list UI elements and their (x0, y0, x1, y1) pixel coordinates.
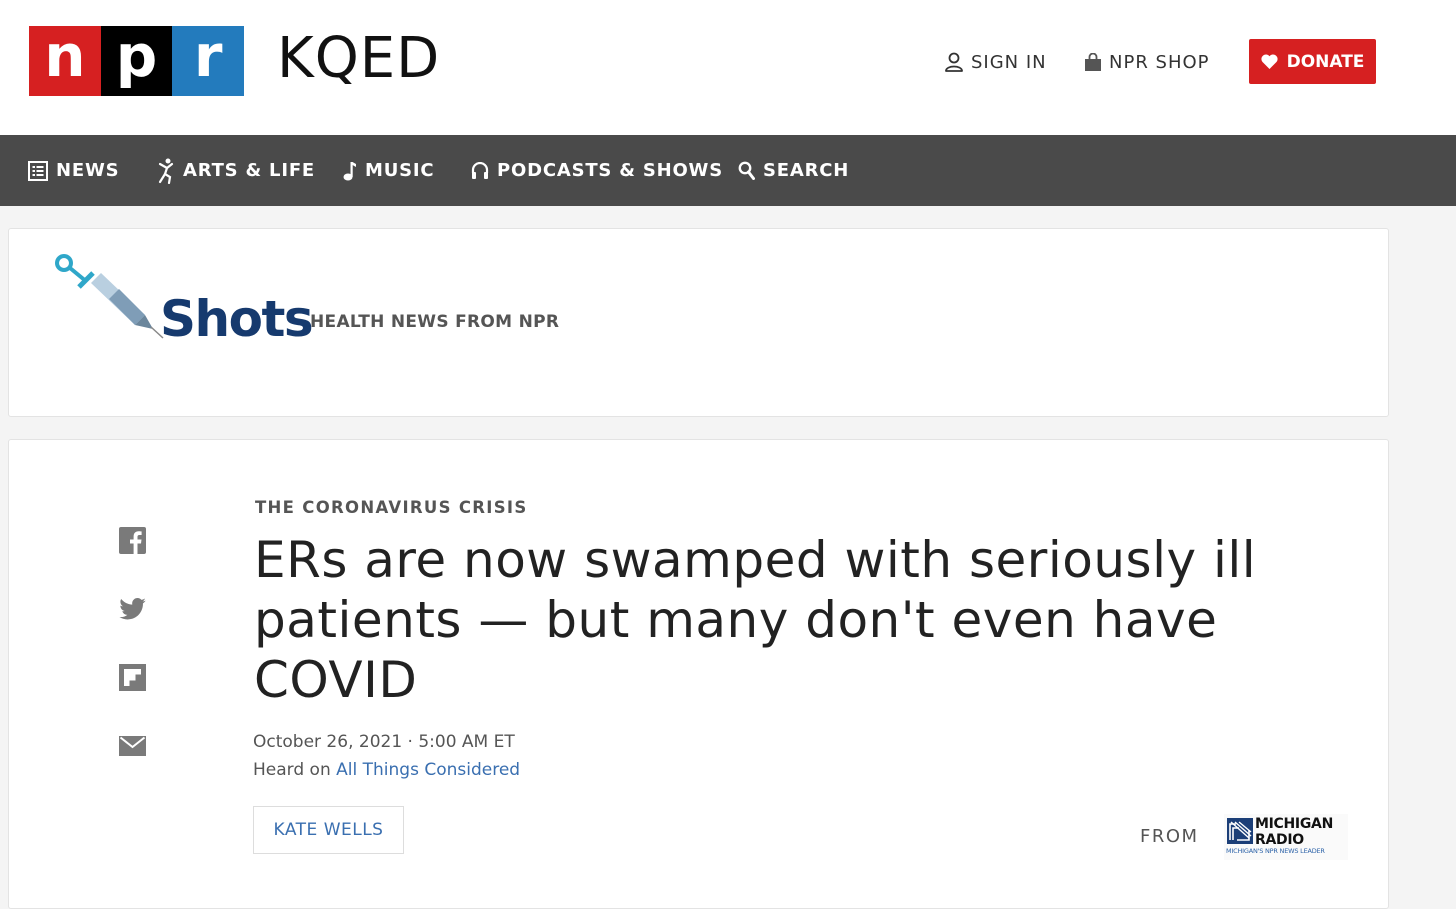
michigan-radio-logo[interactable]: MICHIGAN RADIO MICHIGAN'S NPR NEWS LEADE… (1224, 814, 1348, 860)
email-icon (118, 736, 146, 756)
author-link[interactable]: KATE WELLS (253, 806, 404, 854)
nav-label-arts-life: ARTS & LIFE (183, 160, 316, 181)
music-note-icon (343, 161, 356, 180)
twitter-icon (118, 598, 146, 620)
heart-icon (1261, 54, 1278, 69)
npr-logo-p: p (100, 22, 173, 96)
section-logo-text[interactable]: Shots (160, 289, 314, 349)
donate-label: DONATE (1286, 51, 1365, 72)
share-twitter[interactable] (117, 594, 147, 624)
sign-in-label: SIGN IN (971, 51, 1047, 73)
dancer-icon (158, 158, 174, 184)
from-label: FROM (1140, 826, 1199, 847)
article-slug[interactable]: THE CORONAVIRUS CRISIS (255, 498, 528, 517)
article-dateline: October 26, 2021 · 5:00 AM ET Heard on A… (253, 728, 520, 784)
nav-item-news[interactable]: NEWS (28, 135, 119, 206)
station-logo[interactable]: KQED (277, 24, 440, 94)
npr-shop-link[interactable]: NPR SHOP (1084, 49, 1210, 75)
nav-label-search: SEARCH (763, 160, 850, 181)
michigan-radio-tagline: MICHIGAN'S NPR NEWS LEADER (1226, 847, 1325, 855)
news-icon (28, 160, 48, 181)
syringe-icon (55, 254, 164, 339)
michigan-radio-name-line1: MICHIGAN (1255, 816, 1333, 832)
share-email[interactable] (117, 731, 147, 761)
michigan-radio-name: MICHIGAN RADIO (1255, 816, 1333, 848)
headphones-icon (471, 161, 489, 179)
npr-shop-label: NPR SHOP (1109, 51, 1210, 73)
npr-logo-r: r (172, 22, 245, 96)
nav-label-podcasts-shows: PODCASTS & SHOWS (497, 160, 723, 181)
section-tagline: HEALTH NEWS FROM NPR (310, 312, 560, 332)
heard-on: Heard on All Things Considered (253, 756, 520, 784)
program-link[interactable]: All Things Considered (336, 760, 520, 780)
share-facebook[interactable] (117, 525, 147, 555)
article-headline: ERs are now swamped with seriously ill p… (254, 531, 1257, 709)
nav-item-arts-life[interactable]: ARTS & LIFE (157, 135, 315, 206)
sign-in-link[interactable]: SIGN IN (944, 49, 1047, 75)
donate-button[interactable]: DONATE (1249, 39, 1376, 84)
nav-item-music[interactable]: MUSIC (343, 135, 434, 206)
section-banner: Shots HEALTH NEWS FROM NPR (8, 228, 1389, 417)
site-header: n p r KQED SIGN IN NPR SHOP DONATE (0, 0, 1456, 135)
search-icon (738, 161, 755, 180)
michigan-radio-name-line2: RADIO (1255, 832, 1304, 848)
user-icon (945, 52, 963, 72)
nav-item-search[interactable]: SEARCH (738, 135, 849, 206)
npr-logo[interactable]: n p r (29, 22, 245, 96)
shopping-bag-icon (1085, 52, 1101, 71)
nav-label-music: MUSIC (365, 160, 435, 181)
nav-label-news: NEWS (56, 160, 120, 181)
flipboard-icon (118, 663, 146, 691)
share-flipboard[interactable] (117, 662, 147, 692)
main-nav: NEWS ARTS & LIFE MUSIC PODCASTS & SHOWS (0, 135, 1456, 206)
article: THE CORONAVIRUS CRISIS ERs are now swamp… (8, 439, 1389, 909)
facebook-icon (118, 526, 146, 554)
heard-on-prefix: Heard on (253, 760, 331, 780)
michigan-radio-emblem-icon (1227, 818, 1253, 844)
npr-logo-n: n (29, 22, 101, 96)
nav-item-podcasts-shows[interactable]: PODCASTS & SHOWS (471, 135, 723, 206)
article-date: October 26, 2021 · 5:00 AM ET (253, 732, 515, 752)
